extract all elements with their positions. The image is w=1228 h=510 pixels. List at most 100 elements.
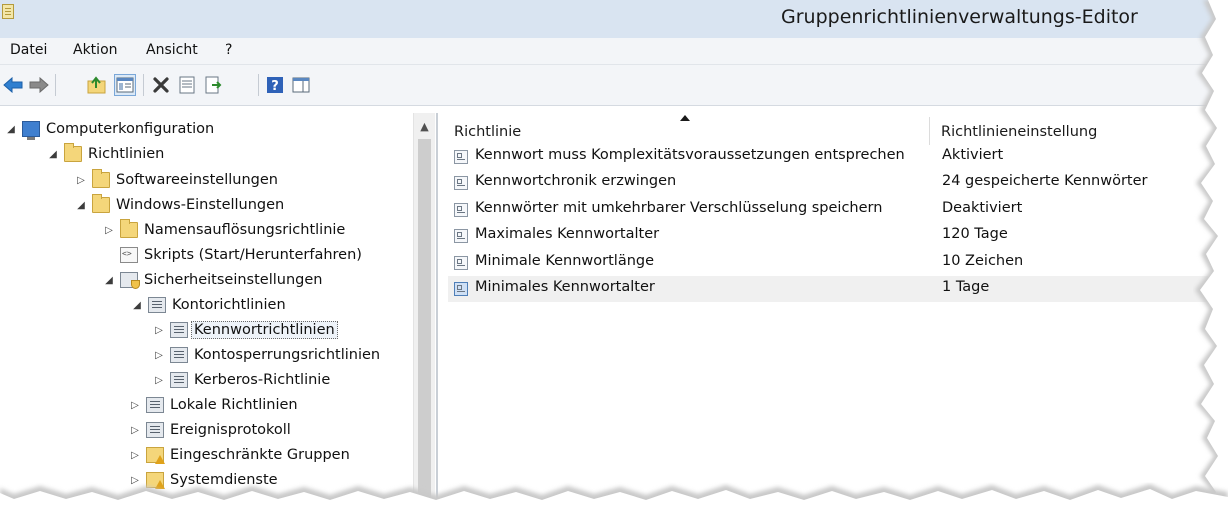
folder-icon — [120, 219, 138, 238]
tree-item-label: Namensauflösungsrichtlinie — [144, 222, 346, 238]
tree-item-kontorichtlinien[interactable]: ◢ Kontorichtlinien — [130, 294, 286, 316]
tree-collapse-icon[interactable]: ◢ — [4, 122, 18, 136]
policy-setting: 24 gespeicherte Kennwörter — [942, 173, 1148, 189]
tree-expand-icon[interactable]: ▷ — [152, 323, 166, 337]
window-title: Gruppenrichtlinienverwaltungs-Editor — [781, 6, 1138, 28]
tree-collapse-icon[interactable]: ◢ — [74, 198, 88, 212]
policy-name: Minimales Kennwortalter — [475, 279, 655, 295]
column-divider[interactable] — [929, 117, 930, 145]
policy-setting: 1 Tage — [942, 279, 990, 295]
tree-item-label: Skripts (Start/Herunterfahren) — [144, 247, 362, 263]
tree-collapse-icon[interactable]: ◢ — [46, 147, 60, 161]
show-hide-tree-icon[interactable] — [114, 74, 136, 96]
app-icon[interactable] — [2, 4, 14, 19]
tree-item-computerkonfiguration[interactable]: ◢ Computerkonfiguration — [4, 118, 214, 140]
policy-icon — [170, 372, 188, 388]
policy-setting: Deaktiviert — [942, 200, 1023, 216]
toolbar-separator — [258, 74, 259, 96]
tree-expand-icon[interactable]: ▷ — [128, 473, 142, 487]
table-row[interactable]: Kennwortchronik erzwingen 24 gespeichert… — [448, 170, 1208, 196]
tree-item-label: Kennwortrichtlinien — [191, 321, 338, 339]
computer-icon — [22, 121, 40, 140]
tree-item-label: Computerkonfiguration — [46, 121, 215, 137]
policy-setting: 120 Tage — [942, 226, 1008, 242]
console-tree-pane: ◢ Computerkonfiguration ◢ Richtlinien ▷ … — [0, 113, 438, 510]
delete-icon[interactable] — [150, 74, 172, 96]
tree-item-lokale-richtlinien[interactable]: ▷ Lokale Richtlinien — [128, 394, 298, 416]
table-row-selected[interactable]: Minimales Kennwortalter 1 Tage — [448, 276, 1208, 302]
tree-item-skripts[interactable]: Skripts (Start/Herunterfahren) — [102, 244, 362, 266]
tree-item-label: Kerberos-Richtlinie — [194, 372, 331, 388]
tree-item-sicherheitseinstellungen[interactable]: ◢ Sicherheitseinstellungen — [102, 269, 322, 291]
tree-expand-icon[interactable]: ▷ — [74, 173, 88, 187]
export-list-icon[interactable] — [202, 74, 224, 96]
tree-item-kennwortrichtlinien[interactable]: ▷ Kennwortrichtlinien — [152, 319, 338, 341]
properties-icon[interactable] — [176, 74, 198, 96]
tree-item-label: Kontorichtlinien — [172, 297, 286, 313]
folder-icon — [92, 194, 110, 213]
policy-icon — [170, 347, 188, 363]
tree-item-label: Richtlinien — [88, 146, 165, 162]
script-icon — [120, 247, 138, 263]
up-folder-icon[interactable] — [86, 74, 108, 96]
tree-item-label: Sicherheitseinstellungen — [144, 272, 323, 288]
tree-expand-icon[interactable]: ▷ — [152, 348, 166, 362]
tree-expand-icon[interactable]: ▷ — [128, 398, 142, 412]
tree-item-namensaufloesungsrichtlinie[interactable]: ▷ Namensauflösungsrichtlinie — [102, 219, 345, 241]
scroll-up-icon[interactable]: ▲ — [414, 115, 435, 137]
tree-item-kerberos-richtlinie[interactable]: ▷ Kerberos-Richtlinie — [152, 369, 330, 391]
tree-expand-icon[interactable]: ▷ — [128, 423, 142, 437]
policy-name: Kennwort muss Komplexitätsvoraussetzunge… — [475, 147, 905, 163]
table-row[interactable]: Kennwörter mit umkehrbarer Verschlüsselu… — [448, 197, 1208, 223]
tree-item-softwareeinstellungen[interactable]: ▷ Softwareeinstellungen — [74, 169, 278, 191]
gpo-editor-window: Gruppenrichtlinienverwaltungs-Editor Dat… — [0, 0, 1228, 510]
tree-collapse-icon[interactable]: ◢ — [130, 298, 144, 312]
tree-item-label: Eingeschränkte Gruppen — [170, 447, 350, 463]
details-pane: Richtlinie Richtlinieneinstellung Kennwo… — [444, 113, 1228, 510]
tree-collapse-icon[interactable]: ◢ — [102, 273, 116, 287]
toolbar-separator — [143, 74, 144, 96]
scroll-thumb[interactable] — [418, 139, 431, 509]
menu-ansicht[interactable]: Ansicht — [146, 42, 198, 58]
folder-icon — [64, 143, 82, 162]
column-header-richtlinie[interactable]: Richtlinie — [454, 121, 521, 143]
policy-icon — [146, 397, 164, 413]
back-icon[interactable] — [2, 74, 24, 96]
folder-icon — [92, 169, 110, 188]
tree-item-label: Lokale Richtlinien — [170, 397, 298, 413]
menu-datei[interactable]: Datei — [10, 42, 47, 58]
tree-item-windows-einstellungen[interactable]: ◢ Windows-Einstellungen — [74, 194, 284, 216]
sort-ascending-icon — [680, 115, 690, 121]
tree-scrollbar[interactable]: ▲ — [413, 113, 435, 510]
tree-item-label: Windows-Einstellungen — [116, 197, 285, 213]
tree-expand-icon[interactable]: ▷ — [102, 223, 116, 237]
forward-icon[interactable] — [28, 74, 50, 96]
tree-item-eingeschraenkte-gruppen[interactable]: ▷ Eingeschränkte Gruppen — [128, 444, 350, 466]
policy-setting-icon — [454, 203, 468, 217]
column-header-richtlinieneinstellung[interactable]: Richtlinieneinstellung — [941, 121, 1097, 143]
policy-name: Maximales Kennwortalter — [475, 226, 660, 242]
policy-icon — [148, 297, 166, 313]
help-icon[interactable]: ? — [264, 74, 286, 96]
table-row[interactable]: Kennwort muss Komplexitätsvoraussetzunge… — [448, 144, 1208, 170]
tree-item-kontosperrungsrichtlinien[interactable]: ▷ Kontosperrungsrichtlinien — [152, 344, 380, 366]
tree-item-label: Systemdienste — [170, 472, 278, 488]
tree-expand-icon[interactable]: ▷ — [128, 448, 142, 462]
menu-help[interactable]: ? — [225, 42, 232, 58]
show-hide-action-pane-icon[interactable] — [290, 74, 312, 96]
tree-item-richtlinien[interactable]: ◢ Richtlinien — [46, 143, 164, 165]
table-row[interactable]: Maximales Kennwortalter 120 Tage — [448, 223, 1208, 249]
title-bar: Gruppenrichtlinienverwaltungs-Editor — [0, 0, 1228, 39]
tree-expand-icon[interactable]: ▷ — [152, 373, 166, 387]
table-row[interactable]: Minimale Kennwortlänge 10 Zeichen — [448, 250, 1208, 276]
tree-item-label: Kontosperrungsrichtlinien — [194, 347, 381, 363]
tree-item-label: Softwareeinstellungen — [116, 172, 278, 188]
tree-item-label: Ereignisprotokoll — [170, 422, 291, 438]
tree-item-ereignisprotokoll[interactable]: ▷ Ereignisprotokoll — [128, 419, 291, 441]
policy-icon — [170, 322, 188, 338]
policy-name: Kennwörter mit umkehrbarer Verschlüsselu… — [475, 200, 883, 216]
tree-item-systemdienste[interactable]: ▷ Systemdienste — [128, 469, 278, 491]
menu-aktion[interactable]: Aktion — [73, 42, 118, 58]
restricted-folder-icon — [146, 472, 165, 489]
policy-setting-icon — [454, 256, 468, 270]
